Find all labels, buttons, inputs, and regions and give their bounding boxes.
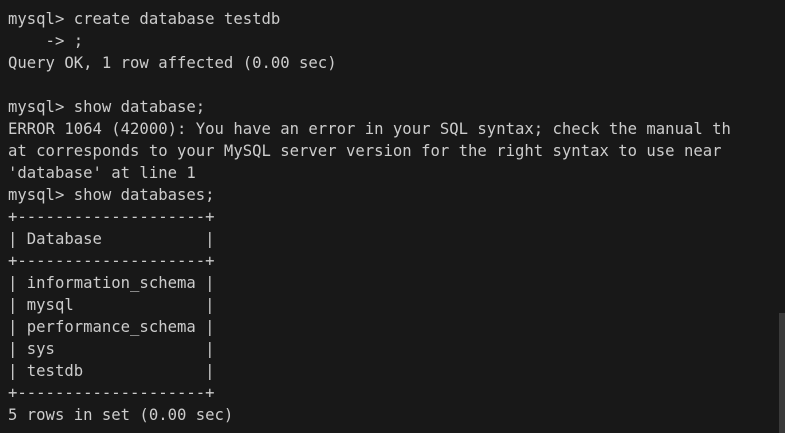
table-border-bottom: +--------------------+ bbox=[8, 384, 215, 402]
scrollbar-thumb[interactable] bbox=[779, 313, 785, 433]
table-header: | Database | bbox=[8, 230, 215, 248]
table-row: | mysql | bbox=[8, 296, 215, 314]
terminal-line-continuation: -> ; bbox=[8, 32, 84, 50]
terminal-line-error-1: ERROR 1064 (42000): You have an error in… bbox=[8, 120, 731, 138]
terminal-line-rows-summary: 5 rows in set (0.00 sec) bbox=[8, 406, 234, 424]
terminal-line-show-databases: mysql> show databases; bbox=[8, 186, 215, 204]
table-border-top: +--------------------+ bbox=[8, 208, 215, 226]
table-row: | information_schema | bbox=[8, 274, 215, 292]
terminal-line-query-ok: Query OK, 1 row affected (0.00 sec) bbox=[8, 54, 337, 72]
table-border-header: +--------------------+ bbox=[8, 252, 215, 270]
table-row: | performance_schema | bbox=[8, 318, 215, 336]
table-row: | sys | bbox=[8, 340, 215, 358]
terminal-line-create-database: mysql> create database testdb bbox=[8, 10, 281, 28]
scrollbar-track[interactable] bbox=[779, 0, 785, 433]
terminal-line-error-2: at corresponds to your MySQL server vers… bbox=[8, 142, 722, 160]
terminal-line-error-3: 'database' at line 1 bbox=[8, 164, 196, 182]
terminal-line-show-database: mysql> show database; bbox=[8, 98, 206, 116]
terminal-output: mysql> create database testdb -> ; Query… bbox=[8, 8, 731, 426]
table-row: | testdb | bbox=[8, 362, 215, 380]
terminal-window[interactable]: mysql> create database testdb -> ; Query… bbox=[0, 0, 785, 433]
